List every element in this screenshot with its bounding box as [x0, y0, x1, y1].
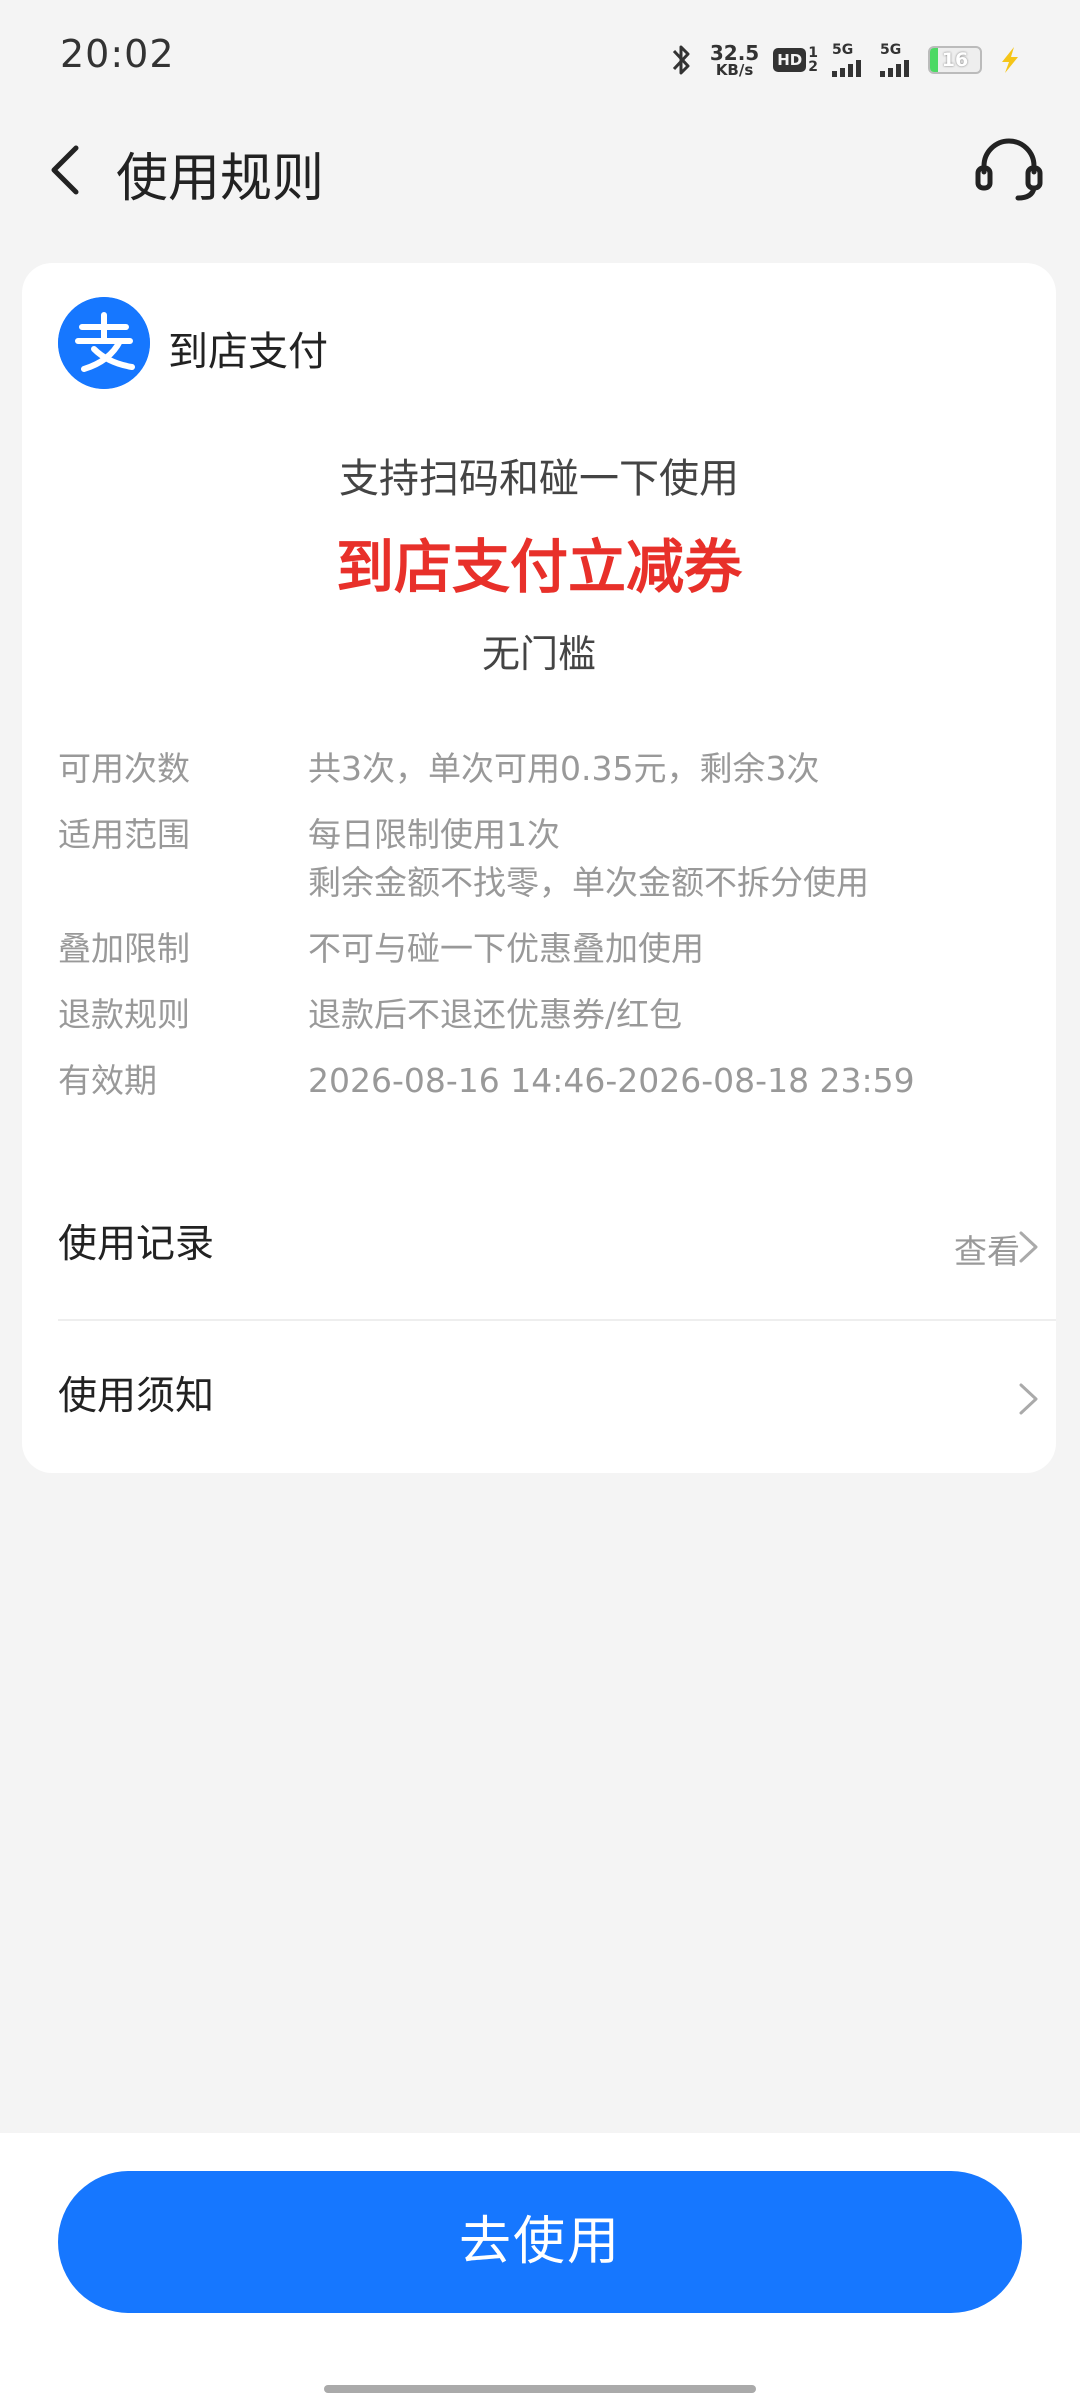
usage-notes-label: 使用须知	[58, 1374, 215, 1419]
page-header: 使用规则	[0, 120, 1080, 220]
screen: 20:02 32.5 KB/s HD 1 2 5G 5G 16 使用规则 到店支…	[0, 0, 1080, 2400]
alipay-logo-icon	[58, 297, 150, 389]
signal-sim1-icon: 5G	[832, 43, 866, 77]
network-speed: 32.5 KB/s	[710, 43, 759, 78]
status-bar: 20:02 32.5 KB/s HD 1 2 5G 5G 16	[0, 0, 1080, 120]
divider	[58, 1319, 1056, 1321]
brand-name: 到店支付	[168, 329, 328, 375]
usage-notes-row[interactable]: 使用须知	[58, 1333, 1056, 1453]
page-title: 使用规则	[116, 149, 325, 209]
charging-icon	[1002, 47, 1018, 73]
rule-label: 适用范围	[58, 815, 190, 854]
battery-icon: 16	[928, 46, 982, 74]
rule-row-refund: 退款规则 退款后不退还优惠券/红包	[58, 991, 1018, 1039]
status-time: 20:02	[60, 32, 175, 76]
signal-sim2-icon: 5G	[880, 43, 914, 77]
sim1-generation: 5G	[832, 42, 854, 58]
rules-list: 可用次数 共3次，单次可用0.35元，剩余3次 适用范围 每日限制使用1次 剩余…	[58, 745, 1018, 1123]
rule-label: 有效期	[58, 1061, 157, 1100]
chevron-right-icon	[1019, 1383, 1038, 1415]
coupon-subtitle: 支持扫码和碰一下使用	[339, 456, 739, 502]
status-icons: 32.5 KB/s HD 1 2 5G 5G 16	[666, 38, 1024, 82]
hd-sim-1: 1	[808, 45, 818, 61]
rule-value: 退款后不退还优惠券/红包	[308, 995, 683, 1034]
use-now-button[interactable]: 去使用	[58, 2171, 1022, 2313]
sim2-generation: 5G	[880, 42, 902, 58]
network-speed-value: 32.5	[709, 40, 760, 65]
hd-voice-icon: HD 1 2	[773, 46, 818, 74]
chevron-right-icon	[1019, 1231, 1038, 1263]
rule-value: 不可与碰一下优惠叠加使用	[308, 929, 704, 968]
coupon-threshold: 无门槛	[481, 632, 596, 676]
chevron-left-icon[interactable]	[36, 138, 100, 202]
bluetooth-icon	[672, 45, 690, 75]
coupon-title: 到店支付立减券	[335, 533, 742, 601]
rule-value: 每日限制使用1次 剩余金额不找零，单次金额不拆分使用	[308, 811, 1018, 907]
signal-bars-icon	[832, 60, 861, 77]
rule-value-line-2: 剩余金额不找零，单次金额不拆分使用	[308, 863, 869, 902]
rule-row-scope: 适用范围 每日限制使用1次 剩余金额不找零，单次金额不拆分使用	[58, 811, 1018, 907]
headset-icon[interactable]	[972, 132, 1046, 206]
usage-record-row[interactable]: 使用记录 查看	[58, 1181, 1056, 1301]
rule-value: 共3次，单次可用0.35元，剩余3次	[308, 749, 820, 788]
battery-level: 16	[941, 49, 969, 71]
rule-row-stacking: 叠加限制 不可与碰一下优惠叠加使用	[58, 925, 1018, 973]
bottom-bar: 去使用	[0, 2133, 1080, 2400]
rule-row-validity: 有效期 2026-08-16 14:46-2026-08-18 23:59	[58, 1057, 1018, 1105]
rule-value: 2026-08-16 14:46-2026-08-18 23:59	[308, 1061, 915, 1100]
rule-label: 叠加限制	[58, 929, 190, 968]
signal-bars-icon	[880, 60, 909, 77]
rule-label: 退款规则	[58, 995, 190, 1034]
view-link[interactable]: 查看	[954, 1225, 1020, 1273]
rule-label: 可用次数	[58, 749, 190, 788]
hd-label: HD	[773, 48, 807, 72]
rule-value-line-1: 每日限制使用1次	[308, 815, 560, 854]
coupon-rules-card: 到店支付 支持扫码和碰一下使用 到店支付立减券 无门槛 可用次数 共3次，单次可…	[22, 263, 1056, 1473]
rule-row-usage-count: 可用次数 共3次，单次可用0.35元，剩余3次	[58, 745, 1018, 793]
network-speed-unit: KB/s	[715, 60, 754, 79]
hd-sim-2: 2	[808, 59, 818, 75]
usage-record-label: 使用记录	[58, 1222, 215, 1267]
home-indicator[interactable]	[324, 2385, 756, 2393]
